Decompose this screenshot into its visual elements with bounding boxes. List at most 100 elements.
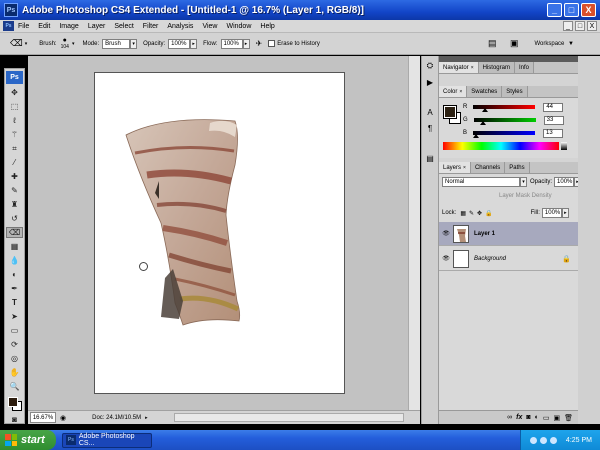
canvas[interactable]	[94, 72, 345, 394]
lock-pixels-icon[interactable]: ✎	[469, 210, 474, 217]
pen-tool-icon[interactable]: ✒	[6, 283, 23, 294]
menu-analysis[interactable]: Analysis	[167, 23, 193, 30]
menu-layer[interactable]: Layer	[88, 23, 106, 30]
quick-select-tool-icon[interactable]: ⚚	[6, 129, 23, 140]
layer-row[interactable]: 👁 Background 🔒	[439, 247, 579, 271]
tab-color[interactable]: Color ×	[439, 86, 468, 97]
menu-image[interactable]: Image	[59, 23, 78, 30]
eye-icon[interactable]: 👁	[439, 230, 453, 237]
layer-name[interactable]: Background	[474, 256, 506, 262]
tray-icon[interactable]	[539, 436, 547, 444]
gradient-tool-icon[interactable]: ▦	[6, 241, 23, 252]
bridge-icon[interactable]: ▣	[510, 38, 519, 49]
horizontal-scrollbar[interactable]	[174, 413, 404, 422]
shape-tool-icon[interactable]: ▭	[6, 325, 23, 336]
layer-name[interactable]: Layer 1	[474, 231, 495, 237]
ps-menu-icon[interactable]: Ps	[3, 21, 14, 31]
lasso-tool-icon[interactable]: ℓ	[6, 115, 23, 126]
red-value[interactable]: 44	[543, 102, 564, 112]
fill-arrow[interactable]: ▸	[561, 208, 569, 218]
history-panel-icon[interactable]: ⛭	[424, 60, 437, 72]
3d-orbit-tool-icon[interactable]: ◎	[6, 353, 23, 364]
trash-icon[interactable]: 🗑	[564, 414, 573, 422]
close-icon[interactable]: ×	[471, 65, 474, 71]
color-foreground-swatch[interactable]	[443, 105, 457, 119]
tab-channels[interactable]: Channels	[470, 162, 506, 173]
zoom-field[interactable]: 16.67%	[30, 412, 56, 423]
move-tool-icon[interactable]: ✥	[6, 87, 23, 98]
hand-tool-icon[interactable]: ✋	[6, 367, 23, 378]
type-tool-icon[interactable]: T	[6, 297, 23, 308]
path-select-tool-icon[interactable]: ➤	[6, 311, 23, 322]
flow-slider-arrow[interactable]: ▸	[242, 38, 250, 49]
history-brush-tool-icon[interactable]: ↺	[6, 213, 23, 224]
close-icon[interactable]: ×	[463, 165, 466, 171]
color-spectrum-bar[interactable]	[443, 142, 559, 150]
menu-help[interactable]: Help	[260, 23, 274, 30]
menu-filter[interactable]: Filter	[143, 23, 159, 30]
brush-picker[interactable]: ● 104	[61, 37, 69, 50]
start-button[interactable]: start	[0, 430, 56, 450]
palette-well-icon[interactable]: ▤	[488, 38, 497, 49]
tool-presets-icon[interactable]: ▤	[424, 152, 437, 164]
adjustment-icon[interactable]: ◐	[535, 414, 539, 421]
quick-mask-icon[interactable]: ◙	[6, 414, 23, 425]
paragraph-panel-icon[interactable]: ¶	[424, 122, 437, 134]
blend-mode-select[interactable]: Normal	[442, 177, 520, 187]
tab-histogram[interactable]: Histogram	[478, 62, 515, 73]
mode-select[interactable]: Brush	[102, 38, 131, 49]
lock-transparency-icon[interactable]: ▦	[460, 210, 466, 217]
mask-icon[interactable]: ◙	[526, 414, 530, 421]
tab-paths[interactable]: Paths	[505, 162, 530, 173]
lock-all-icon[interactable]: 🔒	[485, 210, 492, 217]
close-button[interactable]: X	[581, 3, 596, 17]
layer-opacity-input[interactable]: 100%	[554, 177, 575, 187]
eyedropper-tool-icon[interactable]: ⁄	[6, 157, 23, 168]
workspace-switcher[interactable]: Workspace ▼	[534, 41, 574, 47]
erase-history-checkbox[interactable]	[268, 40, 276, 47]
menu-edit[interactable]: Edit	[38, 23, 50, 30]
blur-tool-icon[interactable]: 💧	[6, 255, 23, 266]
red-slider[interactable]	[473, 105, 536, 112]
doc-minimize-button[interactable]: _	[563, 21, 573, 31]
fill-input[interactable]: 100%	[541, 208, 562, 218]
lock-position-icon[interactable]: ✥	[477, 210, 482, 217]
actions-panel-icon[interactable]: ▶	[424, 76, 437, 88]
doc-restore-button[interactable]: □	[575, 21, 585, 31]
new-layer-icon[interactable]: ▣	[553, 414, 560, 422]
taskbar-item-photoshop[interactable]: Ps Adobe Photoshop CS...	[62, 432, 152, 448]
layer-row[interactable]: 👁 Layer 1	[439, 222, 579, 246]
doc-close-button[interactable]: X	[587, 21, 597, 31]
blend-mode-arrow[interactable]: ▾	[520, 177, 527, 187]
group-icon[interactable]: ▭	[543, 414, 550, 422]
link-icon[interactable]: ∞	[507, 414, 512, 421]
eraser-tool-icon[interactable]: ⌫	[6, 227, 23, 238]
brush-tool-icon[interactable]: ✎	[6, 185, 23, 196]
maximize-button[interactable]: □	[564, 3, 579, 17]
blue-slider[interactable]	[473, 131, 536, 138]
color-swatches[interactable]	[6, 395, 23, 411]
tray-icon[interactable]	[549, 436, 557, 444]
menu-select[interactable]: Select	[114, 23, 133, 30]
tab-layers[interactable]: Layers ×	[439, 162, 471, 173]
airbrush-icon[interactable]: ✈	[256, 39, 263, 48]
dodge-tool-icon[interactable]: ◐	[6, 269, 23, 280]
menu-file[interactable]: File	[18, 23, 29, 30]
tray-icon[interactable]	[529, 436, 537, 444]
tool-preset-picker[interactable]: ⌫ ▾	[10, 38, 27, 49]
character-panel-icon[interactable]: A	[424, 106, 437, 118]
tab-navigator[interactable]: Navigator ×	[439, 62, 479, 73]
eye-icon[interactable]: 👁	[439, 255, 453, 262]
green-value[interactable]: 33	[543, 115, 564, 125]
healing-tool-icon[interactable]: ✚	[6, 171, 23, 182]
tab-swatches[interactable]: Swatches	[467, 86, 503, 97]
fx-icon[interactable]: fx	[516, 414, 522, 421]
status-menu-arrow[interactable]: ▸	[145, 415, 148, 421]
vertical-scrollbar[interactable]	[408, 56, 420, 410]
opacity-slider-arrow[interactable]: ▸	[190, 38, 198, 49]
blue-value[interactable]: 13	[543, 128, 564, 138]
chevron-down-icon[interactable]: ▾	[72, 41, 75, 47]
tab-styles[interactable]: Styles	[502, 86, 528, 97]
opacity-input[interactable]: 100%	[168, 38, 191, 49]
grayscale-ramp[interactable]	[561, 142, 567, 150]
